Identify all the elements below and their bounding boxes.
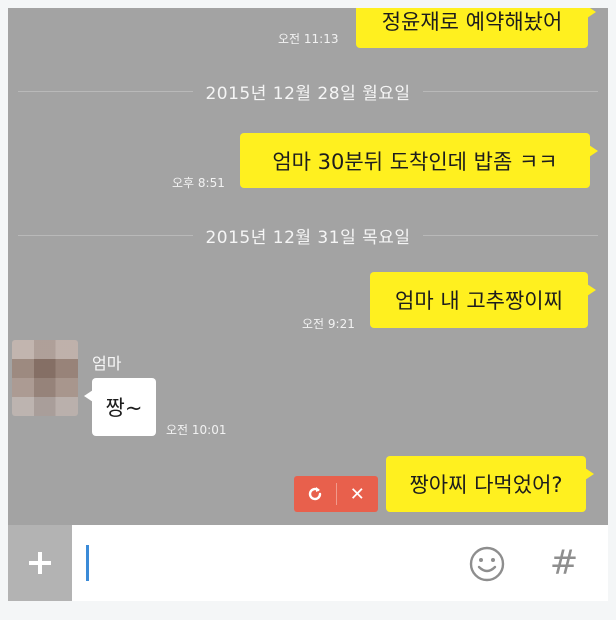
message-text: 엄마 30분뒤 도착인데 밥좀 ㅋㅋ xyxy=(272,149,558,174)
avatar[interactable] xyxy=(12,340,78,416)
outgoing-message-failed[interactable]: 짱아찌 다먹었어? xyxy=(386,456,594,512)
message-text: 엄마 내 고추짱이찌 xyxy=(395,289,563,313)
message-text: 짱~ xyxy=(105,396,143,420)
outgoing-message[interactable]: 엄마 내 고추짱이찌 xyxy=(370,272,596,328)
cancel-icon: ✕ xyxy=(349,483,365,505)
message-text: 정윤재로 예약해놨어 xyxy=(381,10,563,34)
date-label: 2015년 12월 31일 목요일 xyxy=(205,227,411,248)
outgoing-message[interactable]: 정윤재로 예약해놨어 xyxy=(356,8,596,48)
plus-icon xyxy=(29,552,51,574)
message-time: 오후 8:51 xyxy=(172,176,225,190)
date-separator: 2015년 12월 28일 월요일 xyxy=(18,80,598,104)
incoming-message[interactable]: 짱~ xyxy=(84,378,156,436)
message-time: 오전 10:01 xyxy=(166,423,227,437)
date-label: 2015년 12월 28일 월요일 xyxy=(205,83,411,104)
failed-send-actions: ✕ xyxy=(294,476,378,512)
message-time: 오전 9:21 xyxy=(302,317,355,331)
message-input[interactable] xyxy=(92,539,456,589)
chat-area: 정윤재로 예약해놨어 오전 11:13 2015년 12월 28일 월요일 엄마… xyxy=(8,8,608,525)
emoji-button[interactable] xyxy=(468,545,506,583)
message-time: 오전 11:13 xyxy=(278,32,339,46)
date-separator: 2015년 12월 31일 목요일 xyxy=(18,224,598,248)
sender-name: 엄마 xyxy=(92,354,122,373)
hashtag-button[interactable]: # xyxy=(546,543,582,583)
plus-button[interactable] xyxy=(8,525,72,601)
retry-icon xyxy=(308,487,321,501)
cancel-button[interactable]: ✕ xyxy=(337,476,379,512)
input-bar: # xyxy=(8,525,608,601)
emoji-icon xyxy=(469,546,505,582)
message-text: 짱아찌 다먹었어? xyxy=(409,473,563,497)
text-cursor xyxy=(86,545,89,581)
outgoing-message[interactable]: 엄마 30분뒤 도착인데 밥좀 ㅋㅋ xyxy=(240,133,598,188)
retry-button[interactable] xyxy=(294,476,336,512)
